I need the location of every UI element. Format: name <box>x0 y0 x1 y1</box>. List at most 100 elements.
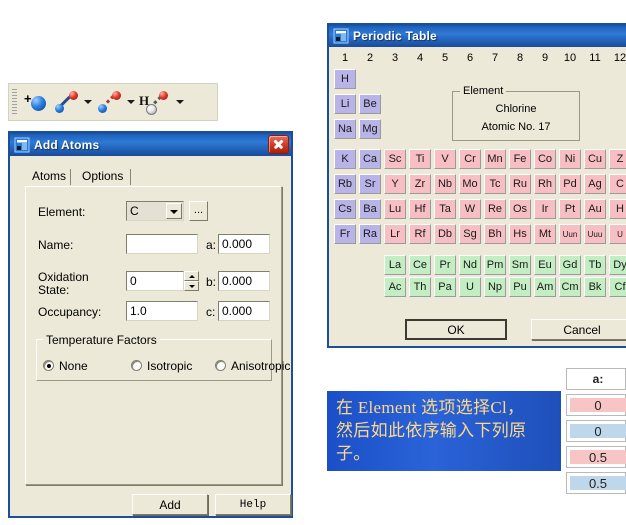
pt-element-mt[interactable]: Mt <box>534 224 556 244</box>
pt-element-ce[interactable]: Ce <box>409 255 431 275</box>
pt-element-fr[interactable]: Fr <box>334 224 356 244</box>
add-button[interactable]: Add <box>132 494 208 515</box>
pt-element-mg[interactable]: Mg <box>359 119 381 139</box>
pt-element-nb[interactable]: Nb <box>434 174 456 194</box>
pt-element-v[interactable]: V <box>434 149 456 169</box>
pt-element-pu[interactable]: Pu <box>509 277 531 297</box>
pt-element-ti[interactable]: Ti <box>409 149 431 169</box>
pt-element-w[interactable]: W <box>459 199 481 219</box>
pt-element-k[interactable]: K <box>334 149 356 169</box>
pt-element-eu[interactable]: Eu <box>534 255 556 275</box>
pt-element-ca[interactable]: Ca <box>359 149 381 169</box>
hydrogen-bond-button[interactable]: H <box>137 87 173 117</box>
pt-element-cu[interactable]: Cu <box>584 149 606 169</box>
pt-element-tc[interactable]: Tc <box>484 174 506 194</box>
a-input[interactable] <box>218 234 270 254</box>
pt-element-uun[interactable]: Uun <box>559 224 581 244</box>
pt-element-sg[interactable]: Sg <box>459 224 481 244</box>
element-browse-button[interactable]: ... <box>189 201 208 221</box>
pt-element-pr[interactable]: Pr <box>434 255 456 275</box>
edit-bond-dropdown[interactable] <box>124 87 137 117</box>
pt-element-ba[interactable]: Ba <box>359 199 381 219</box>
add-bond-button[interactable] <box>51 87 81 117</box>
pt-element-zn[interactable]: Z <box>609 149 626 169</box>
pt-element-ir[interactable]: Ir <box>534 199 556 219</box>
pt-element-h[interactable]: H <box>334 69 356 89</box>
hydrogen-bond-dropdown[interactable] <box>173 87 186 117</box>
table-row[interactable]: 0 <box>566 394 626 416</box>
pt-element-dy[interactable]: Dy <box>609 255 626 275</box>
pt-element-th[interactable]: Th <box>409 277 431 297</box>
tab-options[interactable]: Options <box>75 168 130 185</box>
pt-element-rf[interactable]: Rf <box>409 224 431 244</box>
add-atoms-titlebar[interactable]: Add Atoms <box>10 133 291 156</box>
toolbar-drag-handle[interactable] <box>12 89 17 115</box>
radio-isotropic[interactable]: Isotropic <box>131 359 192 373</box>
add-bond-dropdown[interactable] <box>81 87 94 117</box>
chevron-down-icon[interactable] <box>166 203 182 219</box>
pt-element-cf[interactable]: Cf <box>609 277 626 297</box>
pt-element-lu[interactable]: Lu <box>384 199 406 219</box>
table-row[interactable]: 0.5 <box>566 446 626 468</box>
pt-element-db[interactable]: Db <box>434 224 456 244</box>
pt-element-mo[interactable]: Mo <box>459 174 481 194</box>
close-icon[interactable] <box>268 135 289 154</box>
pt-element-rh[interactable]: Rh <box>534 174 556 194</box>
pt-element-gd[interactable]: Gd <box>559 255 581 275</box>
pt-element-sm[interactable]: Sm <box>509 255 531 275</box>
pt-element-uub[interactable]: U <box>609 224 626 244</box>
pt-element-uuu[interactable]: Uuu <box>584 224 606 244</box>
cancel-button[interactable]: Cancel <box>531 319 626 340</box>
pt-element-cs[interactable]: Cs <box>334 199 356 219</box>
c-input[interactable] <box>218 301 270 321</box>
pt-element-li[interactable]: Li <box>334 94 356 114</box>
pt-element-sc[interactable]: Sc <box>384 149 406 169</box>
pt-element-na[interactable]: Na <box>334 119 356 139</box>
radio-anisotropic[interactable]: Anisotropic <box>215 359 290 373</box>
add-atom-button[interactable]: + <box>21 87 51 117</box>
pt-element-y[interactable]: Y <box>384 174 406 194</box>
pt-element-be[interactable]: Be <box>359 94 381 114</box>
radio-none[interactable]: None <box>43 359 88 373</box>
oxidation-input[interactable] <box>126 271 184 291</box>
pt-element-cr[interactable]: Cr <box>459 149 481 169</box>
pt-element-ac[interactable]: Ac <box>384 277 406 297</box>
pt-element-ag[interactable]: Ag <box>584 174 606 194</box>
name-input[interactable] <box>126 234 198 254</box>
periodic-table-titlebar[interactable]: Periodic Table <box>329 25 626 47</box>
element-combo[interactable]: C <box>126 201 184 221</box>
pt-element-ta[interactable]: Ta <box>434 199 456 219</box>
pt-element-pt[interactable]: Pt <box>559 199 581 219</box>
occupancy-input[interactable] <box>126 301 198 321</box>
pt-element-cm[interactable]: Cm <box>559 277 581 297</box>
pt-element-mn[interactable]: Mn <box>484 149 506 169</box>
oxidation-stepper[interactable] <box>184 271 199 291</box>
stepper-down-icon[interactable] <box>184 281 199 291</box>
pt-element-hs[interactable]: Hs <box>509 224 531 244</box>
pt-element-tb[interactable]: Tb <box>584 255 606 275</box>
pt-element-cd[interactable]: C <box>609 174 626 194</box>
pt-element-ra[interactable]: Ra <box>359 224 381 244</box>
pt-element-bh[interactable]: Bh <box>484 224 506 244</box>
table-row[interactable]: 0 <box>566 420 626 442</box>
pt-element-rb[interactable]: Rb <box>334 174 356 194</box>
b-input[interactable] <box>218 271 270 291</box>
pt-element-ru[interactable]: Ru <box>509 174 531 194</box>
ok-button[interactable]: OK <box>405 319 507 340</box>
pt-element-pd[interactable]: Pd <box>559 174 581 194</box>
pt-element-pm[interactable]: Pm <box>484 255 506 275</box>
tab-atoms[interactable]: Atoms <box>25 168 73 185</box>
edit-bond-button[interactable] <box>94 87 124 117</box>
pt-element-sr[interactable]: Sr <box>359 174 381 194</box>
pt-element-re[interactable]: Re <box>484 199 506 219</box>
pt-element-np[interactable]: Np <box>484 277 506 297</box>
pt-element-co[interactable]: Co <box>534 149 556 169</box>
pt-element-lr[interactable]: Lr <box>384 224 406 244</box>
pt-element-os[interactable]: Os <box>509 199 531 219</box>
pt-element-u[interactable]: U <box>459 277 481 297</box>
pt-element-la[interactable]: La <box>384 255 406 275</box>
pt-element-nd[interactable]: Nd <box>459 255 481 275</box>
pt-element-bk[interactable]: Bk <box>584 277 606 297</box>
pt-element-ni[interactable]: Ni <box>559 149 581 169</box>
help-button[interactable]: Help <box>215 494 291 515</box>
